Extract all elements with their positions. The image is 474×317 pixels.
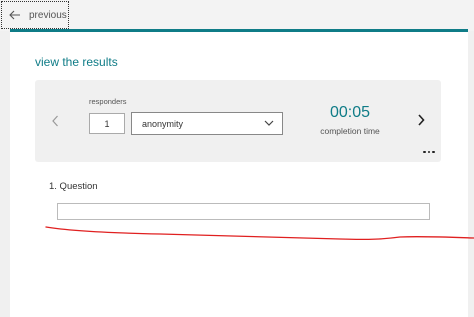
accent-bar: [10, 29, 468, 32]
previous-label: previous: [29, 9, 67, 21]
responders-label: responders: [89, 97, 127, 106]
left-gutter: [0, 31, 10, 317]
responder-select-value: anonymity: [142, 118, 184, 129]
completion-time-label: completion time: [320, 126, 380, 136]
chevron-down-icon: [264, 119, 274, 127]
completion-time-value: 00:05: [329, 104, 371, 121]
responder-select[interactable]: anonymity: [131, 112, 283, 135]
responder-number-input[interactable]: 1: [89, 113, 125, 134]
chevron-left-icon[interactable]: [50, 114, 62, 128]
answer-field[interactable]: [57, 203, 430, 220]
results-panel: [10, 32, 468, 317]
more-dots-icon[interactable]: [423, 148, 437, 156]
top-bar: previous: [0, 0, 474, 31]
chevron-right-icon[interactable]: [415, 113, 427, 127]
arrow-left-icon: [9, 10, 21, 20]
page-title: view the results: [35, 55, 118, 69]
previous-button[interactable]: previous: [1, 1, 69, 29]
right-gutter: [468, 31, 474, 317]
question-label: 1. Question: [49, 181, 98, 192]
